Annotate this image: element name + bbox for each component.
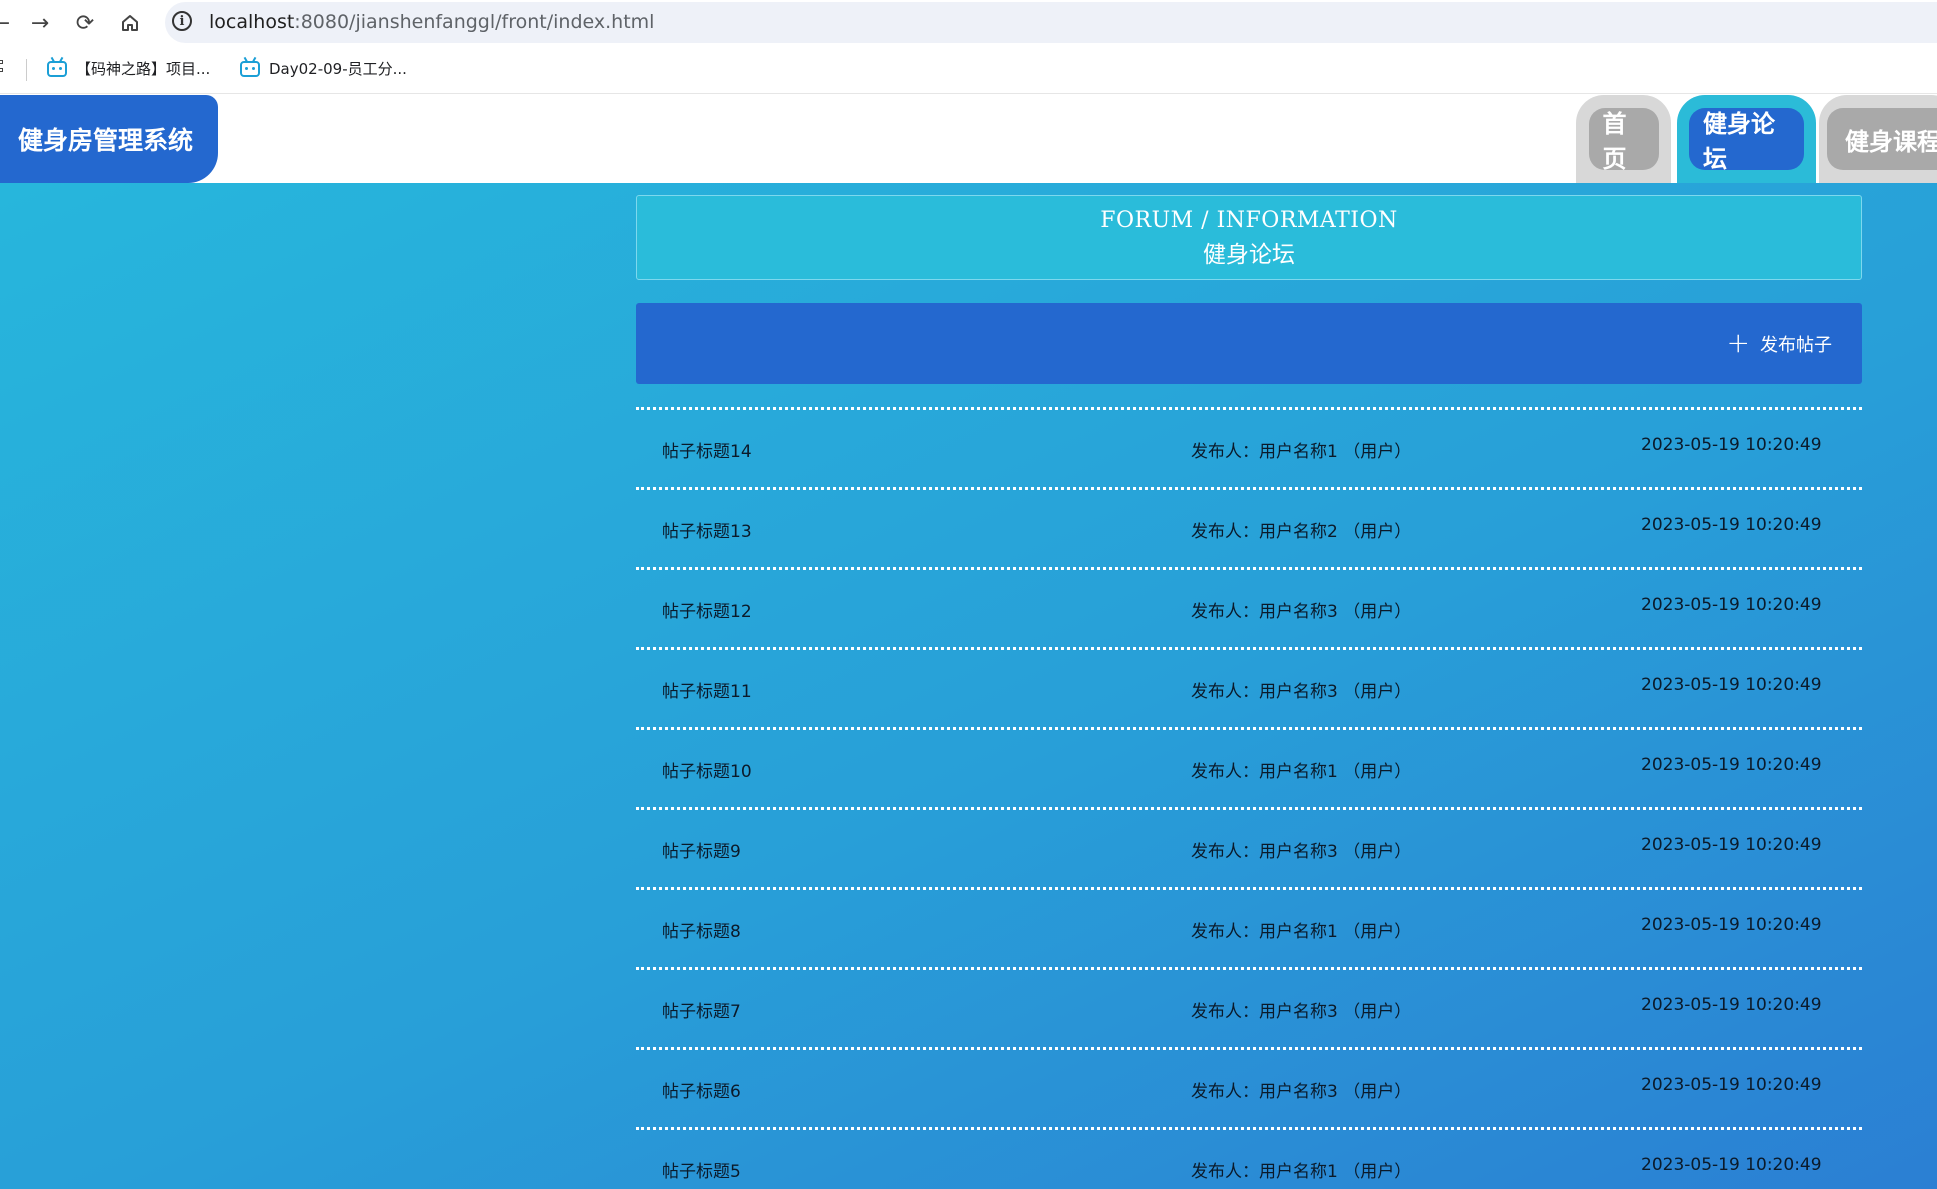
publish-post-button[interactable]: + 发布帖子 bbox=[1726, 325, 1832, 359]
post-author: 发布人：用户名称1 （用户） bbox=[1191, 1162, 1412, 1182]
post-row[interactable]: 帖子标题5 发布人：用户名称1 （用户） 2023-05-19 10:20:49 bbox=[636, 1127, 1862, 1189]
post-author: 发布人：用户名称3 （用户） bbox=[1191, 1082, 1412, 1102]
post-time: 2023-05-19 10:20:49 bbox=[1641, 515, 1822, 535]
home-icon[interactable] bbox=[115, 8, 145, 38]
url-text[interactable]: localhost:8080/jianshenfanggl/front/inde… bbox=[209, 11, 654, 33]
apps-icon[interactable] bbox=[0, 60, 10, 78]
post-time: 2023-05-19 10:20:49 bbox=[1641, 915, 1822, 935]
plus-icon: + bbox=[1726, 325, 1750, 359]
post-time: 2023-05-19 10:20:49 bbox=[1641, 595, 1822, 615]
bookmark-separator bbox=[26, 59, 27, 81]
bookmark-item[interactable]: 【码神之路】项目... bbox=[47, 58, 210, 79]
post-author: 发布人：用户名称3 （用户） bbox=[1191, 682, 1412, 702]
nav-tab-label: 首页 bbox=[1588, 108, 1659, 173]
post-row[interactable]: 帖子标题8 发布人：用户名称1 （用户） 2023-05-19 10:20:49 bbox=[636, 887, 1862, 967]
browser-toolbar: ← → ⟳ i localhost:8080/jianshenfanggl/fr… bbox=[0, 0, 1937, 45]
post-author: 发布人：用户名称1 （用户） bbox=[1191, 762, 1412, 782]
post-title[interactable]: 帖子标题10 bbox=[662, 757, 752, 782]
post-row[interactable]: 帖子标题9 发布人：用户名称3 （用户） 2023-05-19 10:20:49 bbox=[636, 807, 1862, 887]
post-title[interactable]: 帖子标题13 bbox=[662, 517, 752, 542]
post-title[interactable]: 帖子标题5 bbox=[662, 1157, 741, 1182]
nav-tab-label: 健身课程 bbox=[1827, 108, 1937, 170]
forum-title-en: FORUM / INFORMATION bbox=[1100, 208, 1398, 233]
post-time: 2023-05-19 10:20:49 bbox=[1641, 675, 1822, 695]
bookmarks-bar: 【码神之路】项目... Day02-09-员工分... bbox=[0, 45, 1937, 94]
post-time: 2023-05-19 10:20:49 bbox=[1641, 995, 1822, 1015]
nav-tab-home[interactable]: 首页 bbox=[1576, 95, 1671, 183]
forum-header: FORUM / INFORMATION 健身论坛 bbox=[636, 195, 1862, 280]
post-time: 2023-05-19 10:20:49 bbox=[1641, 755, 1822, 775]
post-row[interactable]: 帖子标题12 发布人：用户名称3 （用户） 2023-05-19 10:20:4… bbox=[636, 567, 1862, 647]
post-row[interactable]: 帖子标题6 发布人：用户名称3 （用户） 2023-05-19 10:20:49 bbox=[636, 1047, 1862, 1127]
post-row[interactable]: 帖子标题11 发布人：用户名称3 （用户） 2023-05-19 10:20:4… bbox=[636, 647, 1862, 727]
post-author: 发布人：用户名称1 （用户） bbox=[1191, 442, 1412, 462]
post-time: 2023-05-19 10:20:49 bbox=[1641, 435, 1822, 455]
bilibili-icon bbox=[240, 60, 260, 77]
post-list: 帖子标题14 发布人：用户名称1 （用户） 2023-05-19 10:20:4… bbox=[636, 407, 1862, 1189]
post-time: 2023-05-19 10:20:49 bbox=[1641, 835, 1822, 855]
nav-tab-forum[interactable]: 健身论坛 bbox=[1677, 95, 1816, 183]
bookmark-label: 【码神之路】项目... bbox=[76, 60, 211, 78]
post-author: 发布人：用户名称3 （用户） bbox=[1191, 842, 1412, 862]
site-header: 健身房管理系统 首页 健身论坛 健身课程 bbox=[0, 95, 1937, 183]
post-title[interactable]: 帖子标题14 bbox=[662, 437, 752, 462]
action-bar: + 发布帖子 bbox=[636, 303, 1862, 384]
post-row[interactable]: 帖子标题10 发布人：用户名称1 （用户） 2023-05-19 10:20:4… bbox=[636, 727, 1862, 807]
post-row[interactable]: 帖子标题7 发布人：用户名称3 （用户） 2023-05-19 10:20:49 bbox=[636, 967, 1862, 1047]
bookmark-label: Day02-09-员工分... bbox=[269, 60, 407, 78]
publish-post-label: 发布帖子 bbox=[1760, 335, 1832, 356]
post-title[interactable]: 帖子标题9 bbox=[662, 837, 741, 862]
reload-icon[interactable]: ⟳ bbox=[70, 8, 100, 38]
post-title[interactable]: 帖子标题6 bbox=[662, 1077, 741, 1102]
post-title[interactable]: 帖子标题11 bbox=[662, 677, 752, 702]
post-author: 发布人：用户名称3 （用户） bbox=[1191, 1002, 1412, 1022]
post-author: 发布人：用户名称1 （用户） bbox=[1191, 922, 1412, 942]
post-time: 2023-05-19 10:20:49 bbox=[1641, 1155, 1822, 1175]
bilibili-icon bbox=[47, 60, 67, 77]
post-title[interactable]: 帖子标题8 bbox=[662, 917, 741, 942]
nav-tab-course[interactable]: 健身课程 bbox=[1819, 95, 1937, 183]
post-title[interactable]: 帖子标题7 bbox=[662, 997, 741, 1022]
back-icon[interactable]: ← bbox=[0, 8, 16, 38]
post-time: 2023-05-19 10:20:49 bbox=[1641, 1075, 1822, 1095]
site-info-icon[interactable]: i bbox=[172, 11, 192, 31]
forum-title-cn: 健身论坛 bbox=[1203, 242, 1295, 268]
forward-icon[interactable]: → bbox=[25, 8, 55, 38]
post-row[interactable]: 帖子标题13 发布人：用户名称2 （用户） 2023-05-19 10:20:4… bbox=[636, 487, 1862, 567]
post-row[interactable]: 帖子标题14 发布人：用户名称1 （用户） 2023-05-19 10:20:4… bbox=[636, 407, 1862, 487]
main-content: FORUM / INFORMATION 健身论坛 + 发布帖子 帖子标题14 发… bbox=[0, 183, 1937, 1189]
post-author: 发布人：用户名称3 （用户） bbox=[1191, 602, 1412, 622]
bookmark-item[interactable]: Day02-09-员工分... bbox=[240, 58, 407, 79]
post-title[interactable]: 帖子标题12 bbox=[662, 597, 752, 622]
post-author: 发布人：用户名称2 （用户） bbox=[1191, 522, 1412, 542]
site-logo[interactable]: 健身房管理系统 bbox=[0, 95, 218, 183]
nav-tab-label: 健身论坛 bbox=[1689, 108, 1804, 173]
